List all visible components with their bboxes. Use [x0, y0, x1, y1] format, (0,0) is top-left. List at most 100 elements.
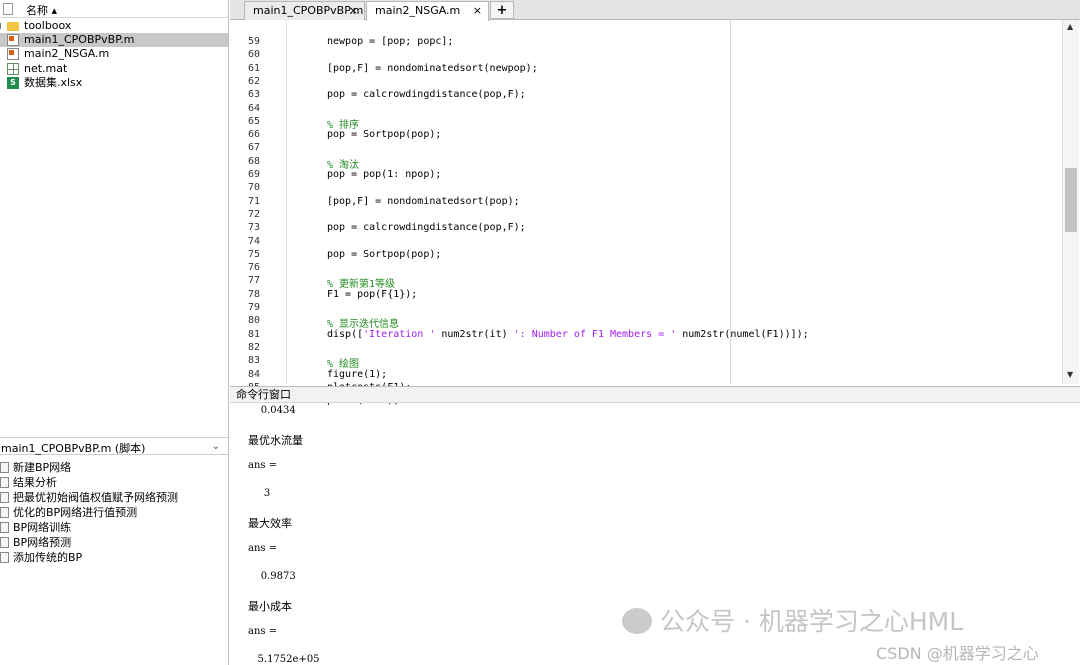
tab-label: main1_CPOBPvBP.m	[253, 4, 364, 17]
line-number: 74	[247, 235, 260, 247]
line-number: 60	[247, 49, 260, 61]
code-line[interactable]: pop = Sortpop(pop);	[327, 249, 441, 260]
m-file-icon	[7, 34, 19, 46]
function-label: BP网络预测	[13, 536, 72, 549]
code-line[interactable]: pop = pop(1: npop);	[327, 169, 441, 180]
scroll-down-icon[interactable]: ▼	[1067, 370, 1073, 379]
line-number: 67	[247, 142, 260, 154]
function-item[interactable]: 优化的BP网络进行值预测	[0, 505, 228, 520]
wechat-watermark: 公众号 · 机器学习之心HML	[622, 602, 963, 638]
scroll-up-icon[interactable]: ▲	[1067, 22, 1073, 31]
code-line[interactable]: [pop,F] = nondominatedsort(pop);	[327, 196, 520, 207]
code-token: num2str(numel(F1))]);	[676, 328, 809, 340]
code-token: disp([	[327, 328, 364, 340]
line-number: 65	[247, 115, 260, 127]
file-name: main1_CPOBPvBP.m	[24, 33, 135, 46]
line-number-gutter: 59 60 61 62 63 64 65 66 67 68 69 70 71 72 73 74 75 76 77 78…	[230, 20, 286, 406]
function-item[interactable]: 添加传统的BP	[0, 550, 228, 565]
left-panel: 名称 ▴ toolboox main1_CPOBPvBP.m main2_NSGA.…	[0, 0, 229, 665]
line-number: 81	[247, 328, 260, 340]
scrollbar-thumb[interactable]	[1065, 168, 1077, 232]
function-label: 添加传统的BP	[13, 551, 83, 564]
section-icon	[0, 522, 9, 533]
editor-vertical-scrollbar[interactable]: ▲ ▼	[1062, 20, 1079, 384]
mat-file-icon	[7, 63, 19, 75]
tab-main2[interactable]: main2_NSGA.m ×	[366, 1, 489, 21]
code-line[interactable]: pop = calcrowdingdistance(pop,F);	[327, 222, 526, 233]
command-output-line: 最小成本	[248, 600, 292, 613]
line-number: 80	[247, 315, 260, 327]
tab-label: main2_NSGA.m	[375, 4, 461, 17]
function-label: 把最优初始阀值权值赋予网络预测	[13, 491, 178, 504]
line-number: 79	[247, 302, 260, 313]
file-item[interactable]: main2_NSGA.m	[0, 47, 228, 61]
file-item[interactable]: main1_CPOBPvBP.m	[0, 33, 228, 47]
line-number: 63	[247, 89, 260, 101]
function-item[interactable]: 新建BP网络	[0, 460, 228, 475]
section-icon	[0, 537, 9, 548]
line-number: 75	[247, 248, 260, 260]
close-icon[interactable]: ×	[349, 2, 358, 20]
expand-arrow-icon[interactable]	[0, 23, 4, 29]
command-output-line: 3	[248, 488, 271, 499]
name-column-label: 名称 ▴	[26, 4, 58, 17]
command-window-title: 命令行窗口	[230, 386, 1080, 403]
code-line[interactable]: disp(['Iteration ' num2str(it) ': Number…	[327, 329, 809, 340]
line-number: 71	[247, 195, 260, 207]
line-number: 62	[247, 75, 260, 87]
line-number: 68	[247, 155, 260, 167]
command-output-line: 最优水流量	[248, 434, 303, 447]
line-number: 66	[247, 129, 260, 141]
code-line[interactable]: newpop = [pop; popc];	[327, 36, 453, 47]
line-number: 77	[247, 275, 260, 287]
function-label: 结果分析	[13, 476, 57, 489]
m-file-icon	[7, 48, 19, 60]
file-name: net.mat	[24, 62, 68, 75]
line-number: 72	[247, 208, 260, 220]
file-name: toolboox	[24, 19, 72, 32]
function-browser-title: main1_CPOBPvBP.m (脚本)	[1, 442, 146, 455]
code-line[interactable]: F1 = pop(F{1});	[327, 289, 417, 300]
chevron-down-icon[interactable]: ⌄	[212, 441, 220, 452]
excel-file-icon: S	[7, 77, 19, 89]
command-output-line: ans =	[248, 543, 278, 554]
code-token: num2str(it)	[435, 328, 514, 340]
code-line[interactable]: pop = Sortpop(pop);	[327, 129, 441, 140]
line-number: 83	[247, 355, 260, 367]
line-number: 76	[247, 262, 260, 274]
function-item[interactable]: 把最优初始阀值权值赋予网络预测	[0, 490, 228, 505]
function-label: BP网络训练	[13, 521, 72, 534]
tab-main1[interactable]: main1_CPOBPvBP.m ×	[244, 1, 365, 20]
command-output-line: 0.0434	[248, 405, 296, 416]
editor-tab-bar: main1_CPOBPvBP.m × main2_NSGA.m × +	[230, 0, 1080, 21]
file-browser-header[interactable]: 名称 ▴	[0, 0, 228, 18]
command-output-line: ans =	[248, 460, 278, 471]
string-literal: 'Iteration '	[363, 328, 436, 340]
code-line[interactable]: pop = calcrowdingdistance(pop,F);	[327, 89, 526, 100]
add-tab-button[interactable]: +	[490, 1, 514, 19]
close-icon[interactable]: ×	[473, 2, 482, 20]
file-item[interactable]: S 数据集.xlsx	[0, 76, 228, 90]
section-icon	[0, 477, 9, 488]
function-label: 新建BP网络	[13, 461, 72, 474]
code-line[interactable]: figure(1);	[327, 369, 387, 380]
editor-panel: main1_CPOBPvBP.m × main2_NSGA.m × + 59 60…	[230, 0, 1080, 406]
function-item[interactable]: 结果分析	[0, 475, 228, 490]
function-item[interactable]: BP网络训练	[0, 520, 228, 535]
code-line[interactable]: [pop,F] = nondominatedsort(newpop);	[327, 63, 538, 74]
function-browser-header[interactable]: main1_CPOBPvBP.m (脚本) ⌄	[0, 437, 228, 455]
file-item[interactable]: toolboox	[0, 19, 228, 33]
function-item[interactable]: BP网络预测	[0, 535, 228, 550]
section-icon	[0, 552, 9, 563]
line-number: 84	[247, 368, 260, 380]
file-item[interactable]: net.mat	[0, 62, 228, 76]
line-number: 69	[247, 169, 260, 180]
line-number: 70	[247, 182, 260, 194]
file-name: 数据集.xlsx	[24, 76, 83, 89]
line-number: 73	[247, 222, 260, 234]
line-number: 61	[247, 62, 260, 74]
command-output-line: 5.1752e+05	[248, 654, 320, 665]
line-number: 64	[247, 102, 260, 114]
section-icon	[0, 492, 9, 503]
command-output-line: ans =	[248, 626, 278, 637]
